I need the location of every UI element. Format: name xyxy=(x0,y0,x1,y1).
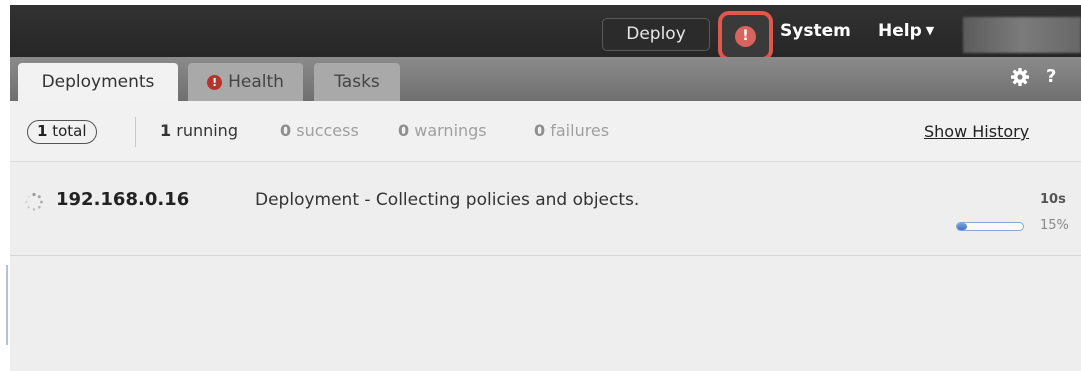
tab-label: Deployments xyxy=(41,72,155,92)
warnings-filter[interactable]: 0 warnings xyxy=(398,121,487,140)
progress-bar xyxy=(956,222,1024,231)
tab-label: Tasks xyxy=(334,72,380,92)
deploy-button[interactable]: Deploy xyxy=(602,18,710,51)
deployment-summary-bar: 1 total 1 running 0 success 0 warnings 0… xyxy=(10,101,1081,162)
tab-tasks[interactable]: Tasks xyxy=(314,63,400,101)
deployment-list: 192.168.0.16 Deployment - Collecting pol… xyxy=(10,162,1081,371)
deployment-alert-button[interactable]: ! xyxy=(718,11,773,61)
failures-filter[interactable]: 0 failures xyxy=(534,121,609,140)
help-menu-label: Help xyxy=(878,21,922,41)
show-history-link[interactable]: Show History xyxy=(924,122,1029,141)
list-item[interactable]: 192.168.0.16 Deployment - Collecting pol… xyxy=(10,162,1081,256)
progress-fill xyxy=(957,223,967,230)
tab-health[interactable]: ! Health xyxy=(188,63,303,101)
help-menu[interactable]: Help ▼ xyxy=(878,21,934,41)
warnings-count: 0 xyxy=(398,121,410,140)
spinner-icon xyxy=(25,192,43,211)
failures-count: 0 xyxy=(534,121,546,140)
failures-label: failures xyxy=(550,121,610,140)
alert-icon: ! xyxy=(735,26,756,47)
help-icon[interactable]: ? xyxy=(1046,66,1056,87)
divider xyxy=(135,117,136,147)
elapsed-time: 10s xyxy=(1040,192,1066,207)
device-address: 192.168.0.16 xyxy=(56,189,190,210)
tab-bar: Deployments ! Health Tasks ? xyxy=(10,57,1081,101)
system-menu[interactable]: System xyxy=(780,21,851,41)
chevron-down-icon: ▼ xyxy=(925,24,935,37)
total-filter[interactable]: 1 total xyxy=(27,120,97,144)
deployment-status-message: Deployment - Collecting policies and obj… xyxy=(255,190,640,210)
tab-deployments[interactable]: Deployments xyxy=(18,63,178,101)
success-label: success xyxy=(296,121,359,140)
tab-label: Health xyxy=(228,72,284,92)
warnings-label: warnings xyxy=(414,121,487,140)
alert-icon: ! xyxy=(207,75,223,90)
running-label: running xyxy=(176,121,238,140)
scroll-edge xyxy=(6,265,8,345)
running-filter[interactable]: 1 running xyxy=(160,121,238,140)
top-navigation-bar: Deploy ! System Help▼ ▼ xyxy=(10,5,1081,61)
gear-icon[interactable] xyxy=(1010,67,1030,87)
progress-percent: 15% xyxy=(1040,218,1069,233)
user-menu[interactable] xyxy=(963,17,1081,53)
running-count: 1 xyxy=(160,121,172,140)
success-filter[interactable]: 0 success xyxy=(280,121,359,140)
success-count: 0 xyxy=(280,121,292,140)
total-count: 1 xyxy=(37,122,48,140)
total-label: total xyxy=(52,122,87,140)
